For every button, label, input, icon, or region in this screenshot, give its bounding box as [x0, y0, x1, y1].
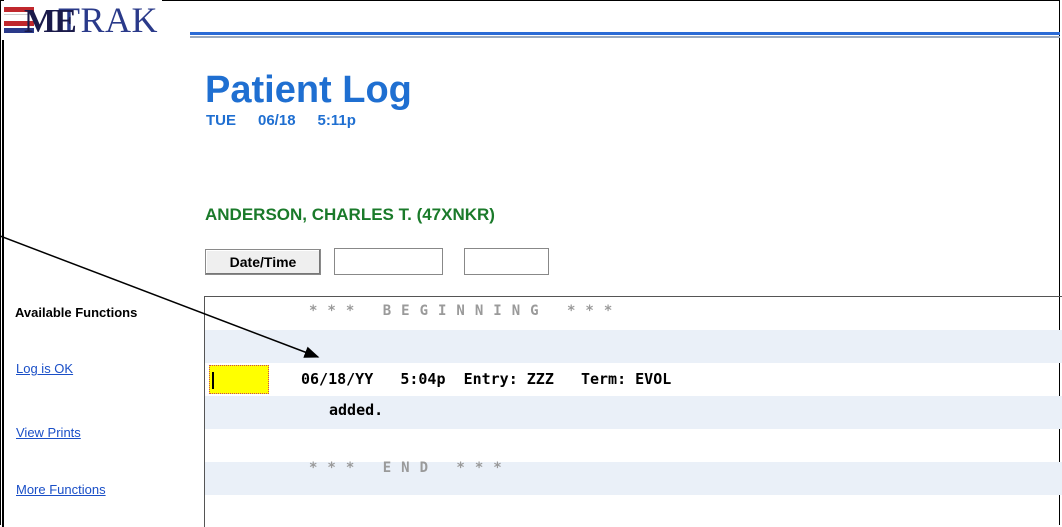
log-row-blank-2: [205, 429, 1062, 462]
date-label: 06/18: [258, 112, 296, 129]
log-is-ok-link[interactable]: Log is OK: [16, 361, 73, 376]
log-panel[interactable]: *** BEGINNING *** 06/18/YY 5:04p Entry: …: [204, 296, 1062, 527]
left-border: [2, 40, 4, 527]
log-row-end: *** END ***: [205, 460, 1062, 495]
log-row-begin: *** BEGINNING ***: [205, 297, 1062, 330]
dateline: TUE 06/18 5:11p: [206, 112, 356, 129]
logo-mark: ME: [4, 3, 77, 39]
available-functions-title: Available Functions: [15, 305, 138, 320]
header-rule: [190, 32, 1060, 35]
entry-select-cursor[interactable]: [209, 365, 269, 394]
entry-user: ZZZ: [526, 370, 554, 388]
log-row-entry-text: added.: [205, 396, 1062, 429]
log-row-blank: [205, 330, 1062, 363]
date-field[interactable]: [334, 248, 443, 275]
time-field[interactable]: [464, 248, 549, 275]
begin-marker: *** BEGINNING ***: [309, 303, 623, 319]
page-title: Patient Log: [205, 69, 412, 111]
end-marker: *** END ***: [309, 460, 512, 476]
entry-term-label: Term:: [580, 370, 627, 388]
day-label: TUE: [206, 112, 236, 129]
entry-time: 5:04p: [400, 370, 446, 388]
entry-header: 06/18/YY 5:04p Entry: ZZZ Term: EVOL: [301, 370, 671, 388]
view-prints-link[interactable]: View Prints: [16, 425, 81, 440]
log-row-blank-3: [205, 495, 1062, 527]
patient-name: ANDERSON, CHARLES T. (47XNKR): [205, 205, 495, 224]
more-functions-link[interactable]: More Functions: [16, 482, 106, 497]
header-rule-shadow: [190, 36, 1060, 38]
time-label: 5:11p: [317, 112, 356, 129]
datetime-button[interactable]: Date/Time: [205, 249, 321, 275]
log-row-entry[interactable]: 06/18/YY 5:04p Entry: ZZZ Term: EVOL: [205, 363, 1062, 396]
entry-date: 06/18/YY: [301, 370, 374, 388]
entry-term: EVOL: [635, 370, 672, 388]
medtrak-logo: ME TRAK: [4, 0, 162, 40]
entry-user-label: Entry:: [463, 370, 518, 388]
entry-text: added.: [329, 401, 384, 419]
